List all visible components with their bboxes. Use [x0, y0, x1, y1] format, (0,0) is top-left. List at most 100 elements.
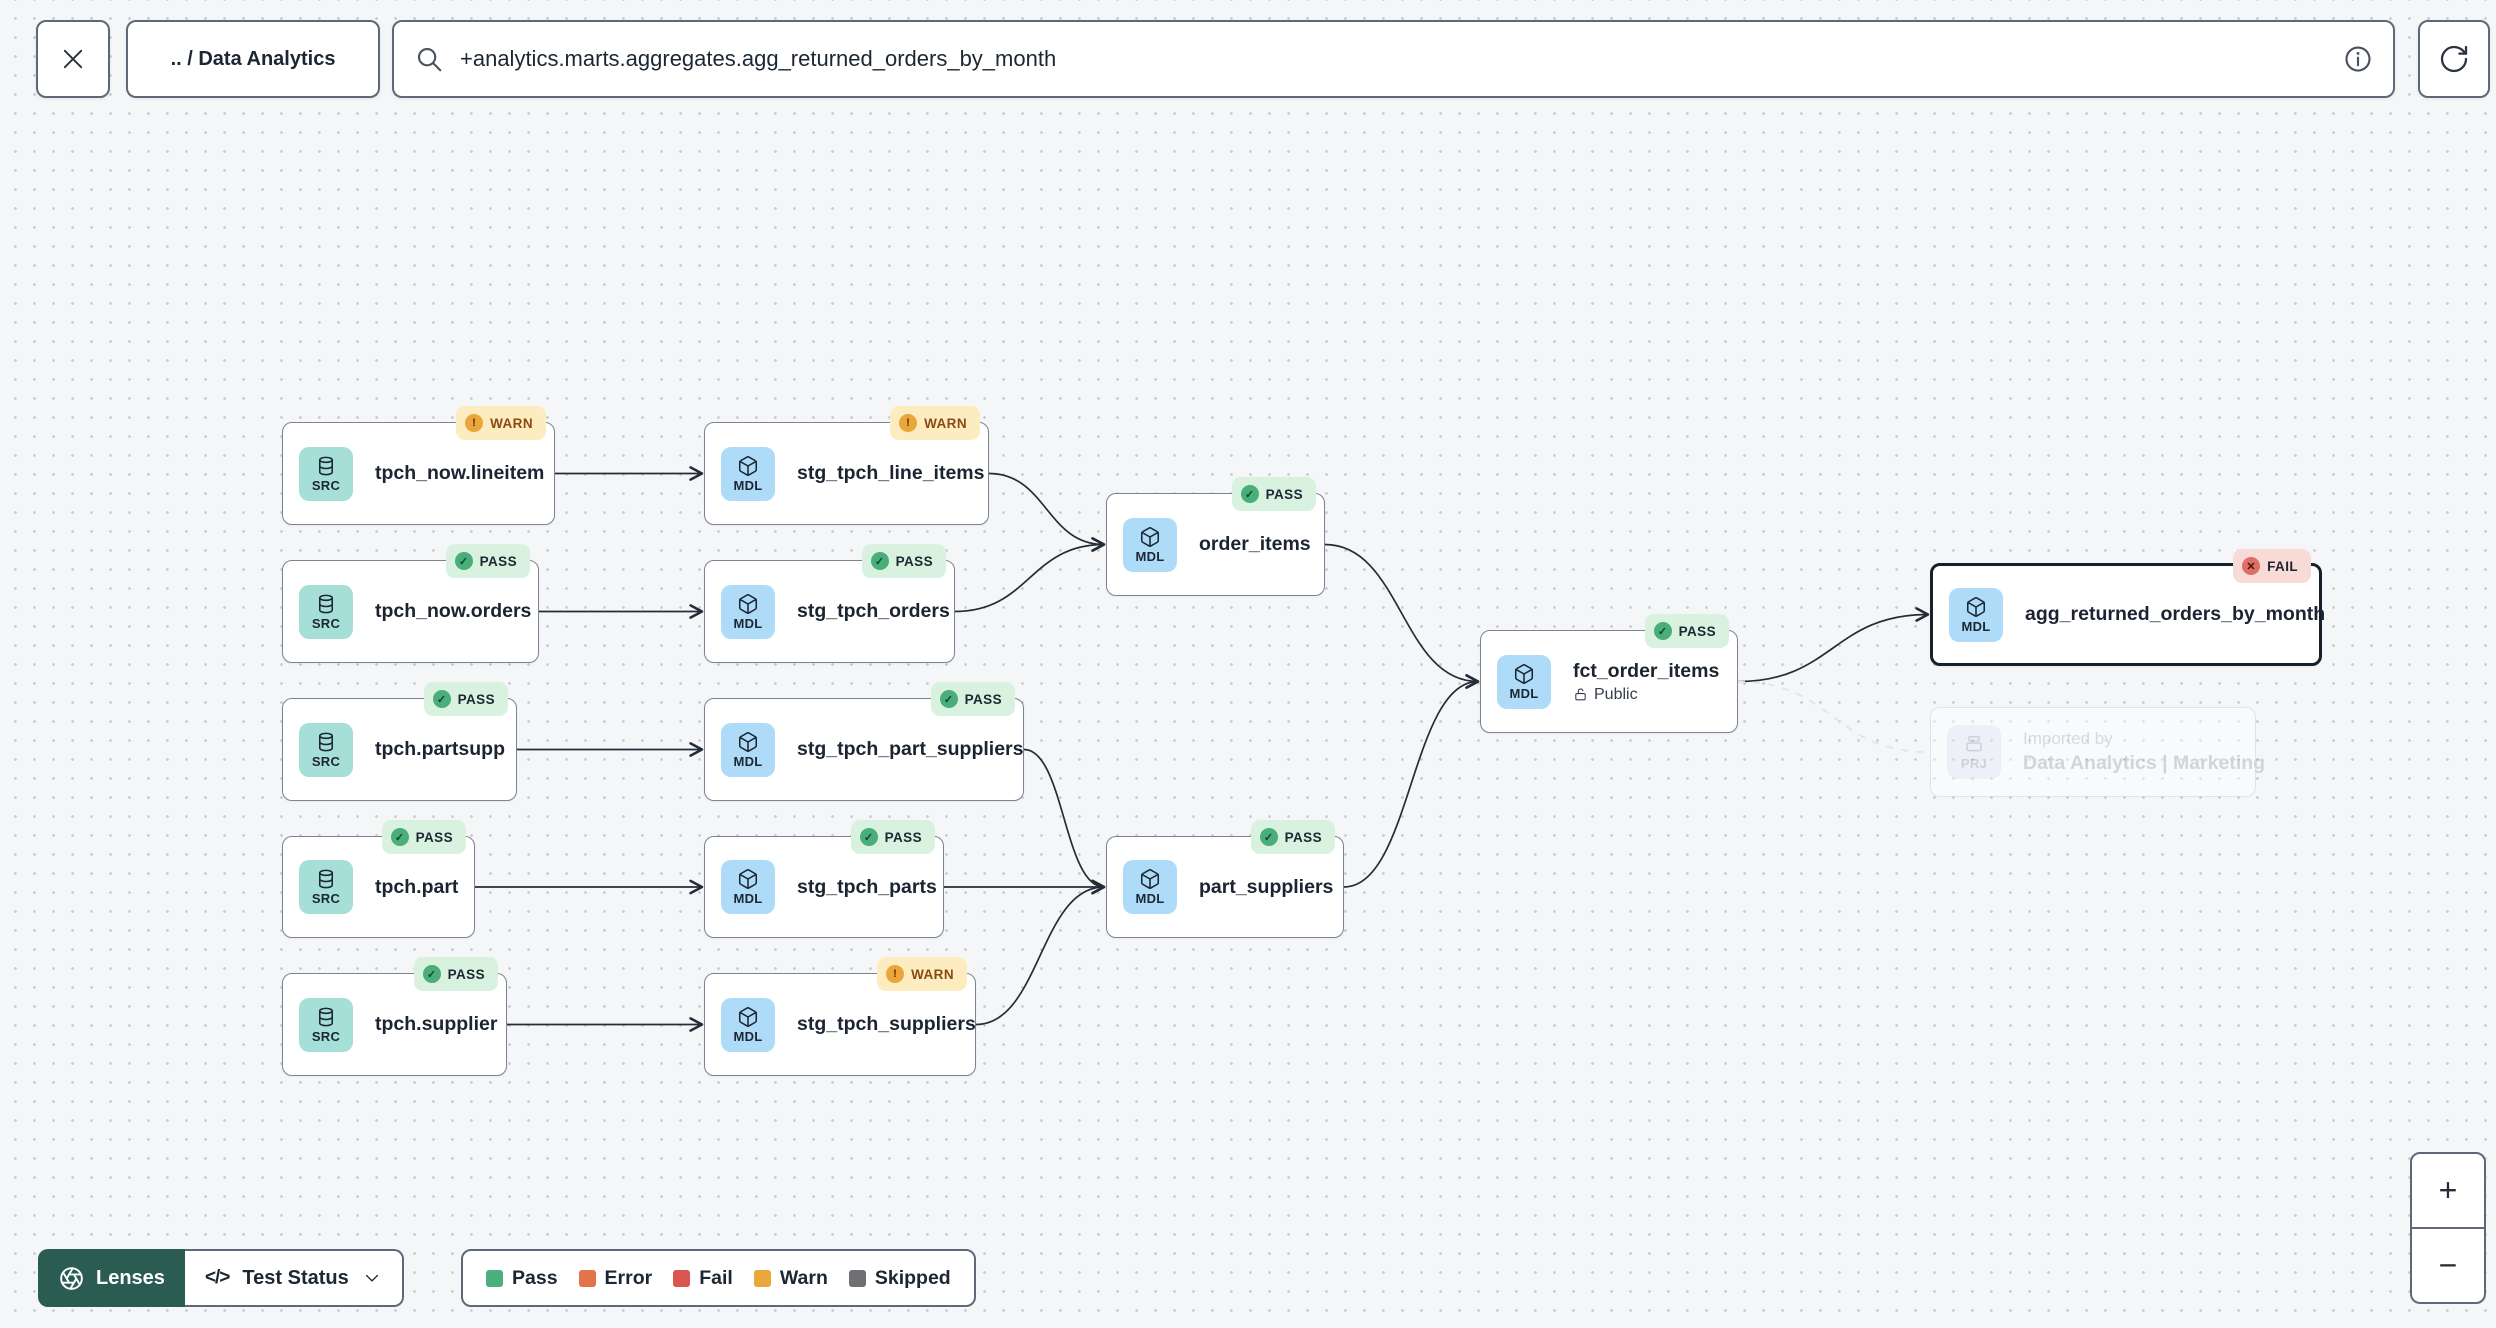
lens-selector-test-status[interactable]: </> Test Status [184, 1249, 404, 1307]
node-tpch_now_lineitem[interactable]: ! WARN SRC tpch_now.lineitem [282, 406, 555, 525]
status-badge: ! WARN [456, 406, 546, 440]
node-stg_tpch_line_items[interactable]: ! WARN MDL stg_tpch_line_items [704, 406, 989, 525]
node-type-label: MDL [1135, 548, 1165, 564]
model-icon [1139, 868, 1161, 890]
node-type-chip: SRC [299, 997, 353, 1052]
node-tpch_now_orders[interactable]: ✓ PASS SRC tpch_now.orders [282, 544, 539, 663]
lenses-control: Lenses </> Test Status [38, 1249, 404, 1307]
lenses-label: Lenses [96, 1266, 165, 1289]
breadcrumb: .. / Data Analytics [170, 47, 336, 70]
node-type-label: MDL [1961, 618, 1991, 634]
warn-icon: ! [465, 414, 484, 432]
node-stg_tpch_suppliers[interactable]: ! WARN MDL stg_tpch_suppliers [704, 957, 976, 1076]
status-badge: ! WARN [877, 957, 967, 991]
node-stg_tpch_part_suppliers[interactable]: ✓ PASS MDL stg_tpch_part_suppliers [704, 682, 1024, 801]
node-type-label: MDL [733, 891, 763, 906]
close-button[interactable] [36, 20, 110, 98]
node-access: Public [1573, 686, 1719, 704]
database-icon [315, 593, 337, 615]
status-badge-label: PASS [895, 553, 933, 569]
zoom-out-button[interactable]: − [2412, 1227, 2484, 1302]
model-icon [737, 455, 759, 477]
test-status-legend: Pass Error Fail Warn Skipped [461, 1249, 976, 1307]
node-name: fct_order_items [1573, 659, 1720, 682]
node-type-chip: MDL [1123, 860, 1177, 914]
node-imported_by[interactable]: PRJ Imported by Data Analytics | Marketing [1930, 707, 2266, 797]
legend-swatch [673, 1269, 691, 1287]
node-stg_tpch_orders[interactable]: ✓ PASS MDL stg_tpch_orders [704, 544, 955, 663]
info-icon[interactable] [2343, 44, 2373, 74]
node-type-label: SRC [311, 477, 341, 493]
legend-item-fail: Fail [673, 1267, 733, 1290]
node-agg_returned_orders_by_month[interactable]: ✕ FAIL MDL agg_returned_orders_by_month [1930, 549, 2326, 666]
search-bar [392, 20, 2395, 98]
model-icon [737, 731, 759, 753]
aperture-icon [58, 1265, 85, 1292]
lens-selected-label: Test Status [242, 1266, 349, 1289]
pass-icon: ✓ [432, 690, 451, 708]
status-badge: ✓ PASS [445, 544, 530, 578]
node-type-label: MDL [1509, 685, 1539, 701]
pass-icon: ✓ [939, 690, 958, 708]
search-icon [414, 44, 444, 74]
pass-icon: ✓ [422, 965, 441, 983]
status-badge-label: PASS [457, 691, 495, 707]
node-fct_order_items[interactable]: ✓ PASS MDL fct_order_items Public [1480, 614, 1738, 733]
node-type-label: SRC [311, 615, 341, 631]
legend-item-pass: Pass [486, 1267, 558, 1290]
node-type-chip: SRC [299, 446, 353, 501]
status-badge: ✓ PASS [1250, 820, 1335, 854]
database-icon [315, 868, 337, 890]
refresh-button[interactable] [2418, 20, 2490, 98]
node-tpch_partsupp[interactable]: ✓ PASS SRC tpch.partsupp [282, 682, 517, 801]
node-stg_tpch_parts[interactable]: ✓ PASS MDL stg_tpch_parts [704, 820, 944, 938]
node-name: agg_returned_orders_by_month [2025, 603, 2326, 625]
node-overline: Imported by [2023, 729, 2113, 748]
node-type-chip: MDL [721, 584, 775, 639]
model-icon [737, 1006, 759, 1028]
node-type-chip: SRC [299, 584, 353, 639]
node-name: stg_tpch_part_suppliers [797, 738, 1024, 760]
node-part_suppliers[interactable]: ✓ PASS MDL part_suppliers [1106, 820, 1344, 938]
model-icon [737, 868, 759, 890]
node-name: Data Analytics | Marketing [2023, 752, 2266, 774]
node-order_items[interactable]: ✓ PASS MDL order_items [1106, 477, 1325, 596]
zoom-controls: + − [2410, 1152, 2486, 1304]
node-name: tpch_now.orders [375, 600, 532, 622]
node-tpch_part[interactable]: ✓ PASS SRC tpch.part [282, 820, 475, 938]
node-type-label: MDL [733, 615, 763, 631]
node-name: stg_tpch_suppliers [797, 1013, 976, 1035]
node-type-chip: PRJ [1947, 725, 2001, 779]
model-icon [1139, 526, 1161, 548]
pass-icon: ✓ [870, 552, 889, 570]
database-icon [315, 455, 337, 477]
node-name: part_suppliers [1199, 875, 1334, 898]
legend-item-skipped: Skipped [848, 1267, 951, 1290]
status-badge-label: WARN [911, 966, 954, 982]
status-badge-label: PASS [447, 966, 485, 982]
node-tpch_supplier[interactable]: ✓ PASS SRC tpch.supplier [282, 957, 507, 1076]
zoom-in-button[interactable]: + [2412, 1154, 2484, 1227]
lenses-button[interactable]: Lenses [38, 1249, 185, 1307]
legend-swatch [578, 1269, 596, 1287]
status-badge: ✕ FAIL [2233, 549, 2311, 583]
search-input[interactable] [458, 45, 2329, 73]
model-icon [1965, 596, 1987, 618]
status-badge: ✓ PASS [850, 820, 935, 854]
pass-icon: ✓ [1240, 485, 1259, 503]
node-type-chip: MDL [1123, 517, 1177, 572]
status-badge: ✓ PASS [1644, 614, 1729, 648]
status-badge: ✓ PASS [861, 544, 946, 578]
status-badge-label: PASS [415, 829, 453, 845]
node-type-label: PRJ [1960, 756, 1988, 771]
node-name: stg_tpch_parts [797, 875, 937, 898]
model-icon [1513, 663, 1535, 685]
node-name: tpch.partsupp [375, 738, 505, 760]
legend-item-warn: Warn [753, 1267, 828, 1290]
breadcrumb-button[interactable]: .. / Data Analytics [126, 20, 380, 98]
status-badge: ! WARN [890, 406, 980, 440]
node-name: stg_tpch_line_items [797, 462, 985, 484]
pass-icon: ✓ [1653, 622, 1672, 640]
node-type-chip: MDL [1949, 587, 2003, 642]
node-name: tpch_now.lineitem [375, 462, 545, 484]
